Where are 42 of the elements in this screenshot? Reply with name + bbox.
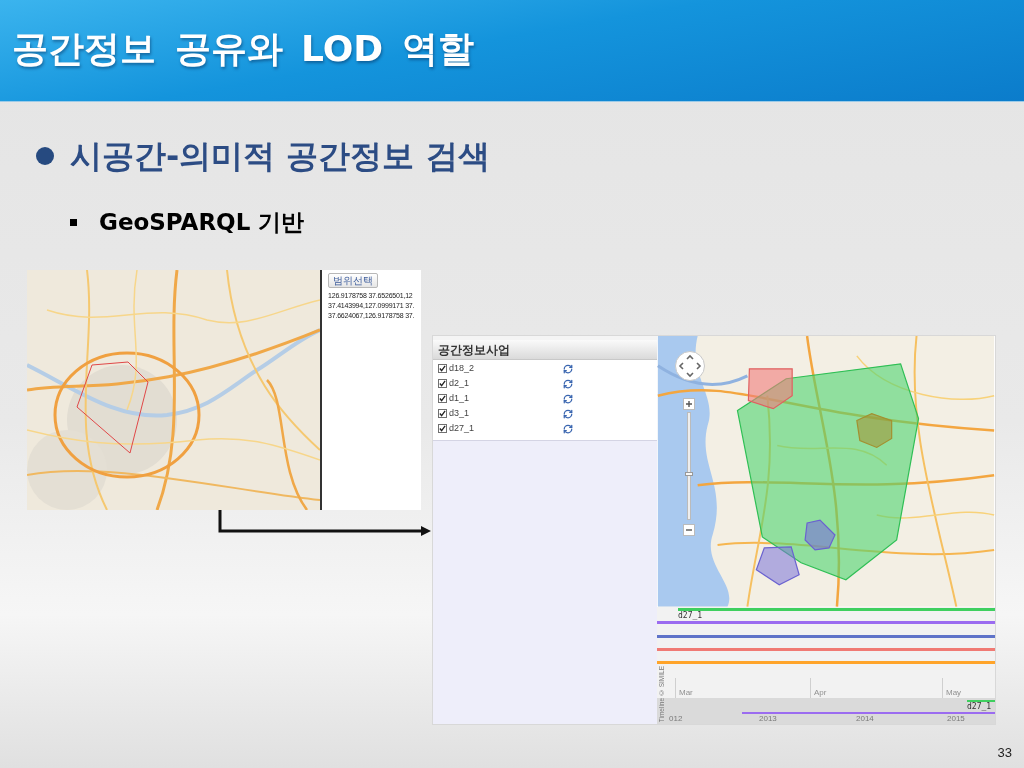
month-label: May (945, 687, 962, 698)
slide-title: 공간정보 공유와 LOD 역할 (12, 26, 474, 71)
track-label: d27_1 (967, 701, 992, 711)
pan-control-icon[interactable] (675, 351, 705, 381)
year-label: 012 (669, 713, 683, 724)
refresh-icon[interactable] (563, 378, 573, 389)
timeline-track-bar[interactable] (657, 620, 995, 624)
page-number: 33 (997, 744, 1012, 762)
checkbox[interactable] (438, 394, 447, 403)
track-label: d27_1 (678, 610, 704, 621)
square-bullet-icon (70, 218, 77, 226)
zoom-in-icon[interactable] (683, 398, 695, 410)
panel-title: 공간정보사업 (438, 341, 510, 359)
year-label: 2015 (947, 713, 965, 724)
checkbox[interactable] (438, 364, 447, 373)
timeline-track-bar[interactable] (657, 660, 995, 664)
month-label: Mar (678, 687, 693, 698)
checkbox[interactable] (438, 379, 447, 388)
zoom-out-icon[interactable] (683, 524, 695, 536)
overview-track-bar (967, 699, 995, 702)
timeline-track-bar[interactable] (678, 607, 995, 611)
refresh-icon[interactable] (563, 408, 573, 419)
range-select-button[interactable]: 범위선택 (328, 273, 378, 288)
checkbox[interactable] (438, 409, 447, 418)
layer-label: d2_1 (449, 378, 471, 389)
refresh-icon[interactable] (563, 393, 573, 404)
month-label: Apr (813, 687, 827, 698)
sub-bullet-text: GeoSPARQL 기반 (99, 207, 305, 237)
layer-label: d27_1 (449, 423, 476, 434)
year-label: 2013 (759, 713, 777, 724)
timeline-track-bar[interactable] (657, 634, 995, 638)
layer-label: d18_2 (449, 363, 476, 374)
layer-label: d3_1 (449, 408, 471, 419)
checkbox[interactable] (438, 424, 447, 433)
timeline-track-bar[interactable] (657, 647, 995, 651)
zoom-slider-thumb[interactable] (685, 472, 693, 477)
refresh-icon[interactable] (563, 363, 573, 374)
refresh-icon[interactable] (563, 423, 573, 434)
bullet-text: 시공간-의미적 공간정보 검색 (70, 136, 490, 177)
layer-label: d1_1 (449, 393, 471, 404)
zoom-slider[interactable] (687, 412, 691, 520)
year-label: 2014 (856, 713, 874, 724)
